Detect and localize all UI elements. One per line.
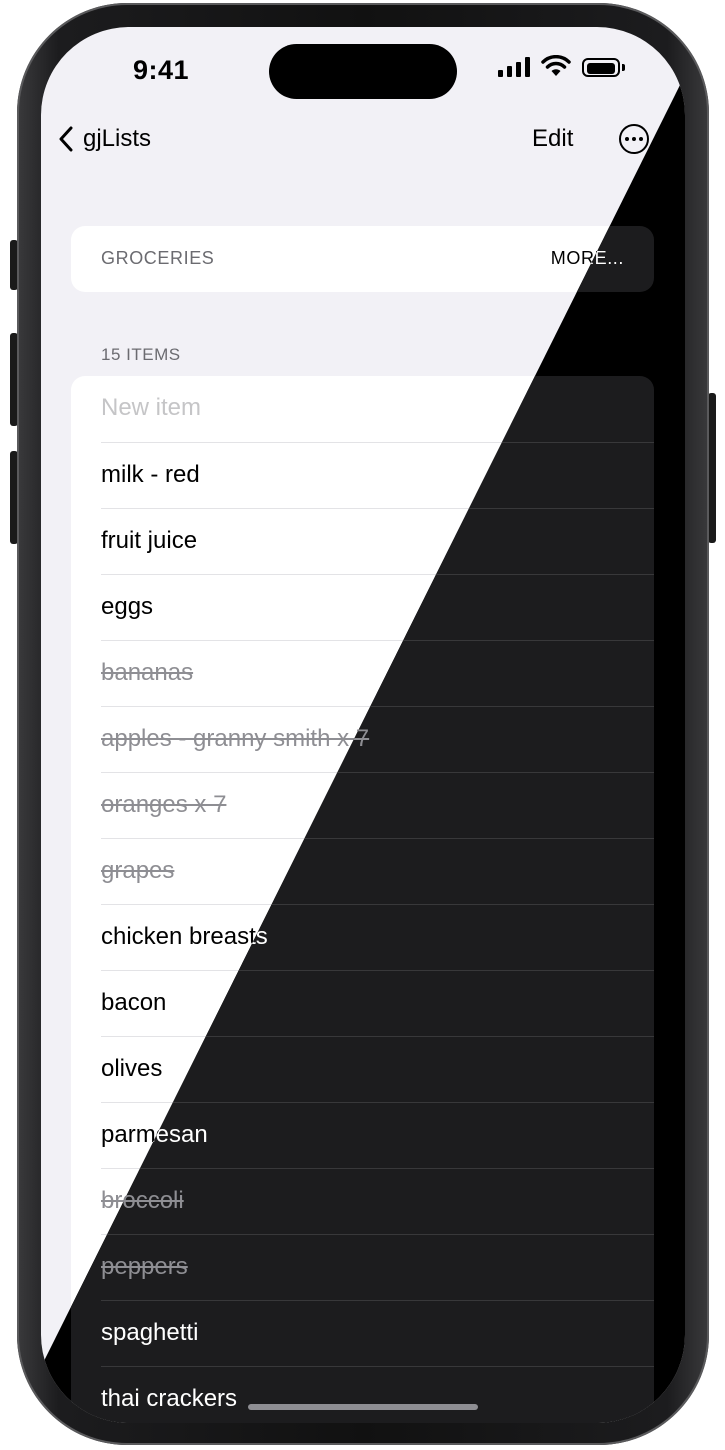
new-item-placeholder: New item (101, 394, 202, 421)
wifi-icon (541, 55, 571, 76)
more-options-icon[interactable] (619, 124, 649, 154)
list-item-label: bananas (101, 659, 194, 686)
list-title-card: GROCERIES MORE... (71, 226, 654, 292)
battery-icon (582, 58, 620, 77)
list-item-label: thai crackers (101, 1385, 238, 1412)
list-item[interactable]: broccoli (101, 1168, 654, 1234)
dynamic-island (269, 44, 457, 99)
list-item[interactable]: thai crackers (101, 1366, 654, 1423)
list-item-label: grapes (101, 857, 175, 884)
status-time: 9:41 (133, 55, 190, 85)
phone-screen: 9:41 gjLists Edit GROCERIES MORE... 15 I… (41, 27, 685, 1423)
edit-button[interactable]: Edit (532, 125, 573, 153)
item-count-header: 15 ITEMS (101, 345, 181, 364)
list-item-label: oranges x 7 (101, 791, 227, 818)
list-item[interactable]: peppers (101, 1234, 654, 1300)
list-item-label: eggs (101, 593, 154, 620)
battery-tip (622, 64, 625, 71)
list-item-label: peppers (101, 1253, 188, 1280)
list-item[interactable]: spaghetti (101, 1300, 654, 1366)
chevron-left-icon (59, 126, 73, 152)
list-item-label: bacon (101, 989, 167, 1016)
home-indicator[interactable] (248, 1404, 478, 1410)
list-item-label: milk - red (101, 461, 200, 488)
list-item-label: fruit juice (101, 527, 198, 554)
back-button[interactable]: gjLists (59, 125, 151, 153)
list-item-label: spaghetti (101, 1319, 199, 1346)
list-item-label: apples - granny smith x 7 (101, 725, 370, 752)
list-item-label: chicken breasts (101, 923, 268, 950)
list-item-label: olives (101, 1055, 163, 1082)
back-label: gjLists (83, 125, 152, 152)
list-title: GROCERIES (101, 248, 215, 268)
list-item[interactable]: parmesan (101, 1102, 654, 1168)
cellular-signal-icon (498, 57, 530, 77)
power-button (708, 393, 716, 543)
